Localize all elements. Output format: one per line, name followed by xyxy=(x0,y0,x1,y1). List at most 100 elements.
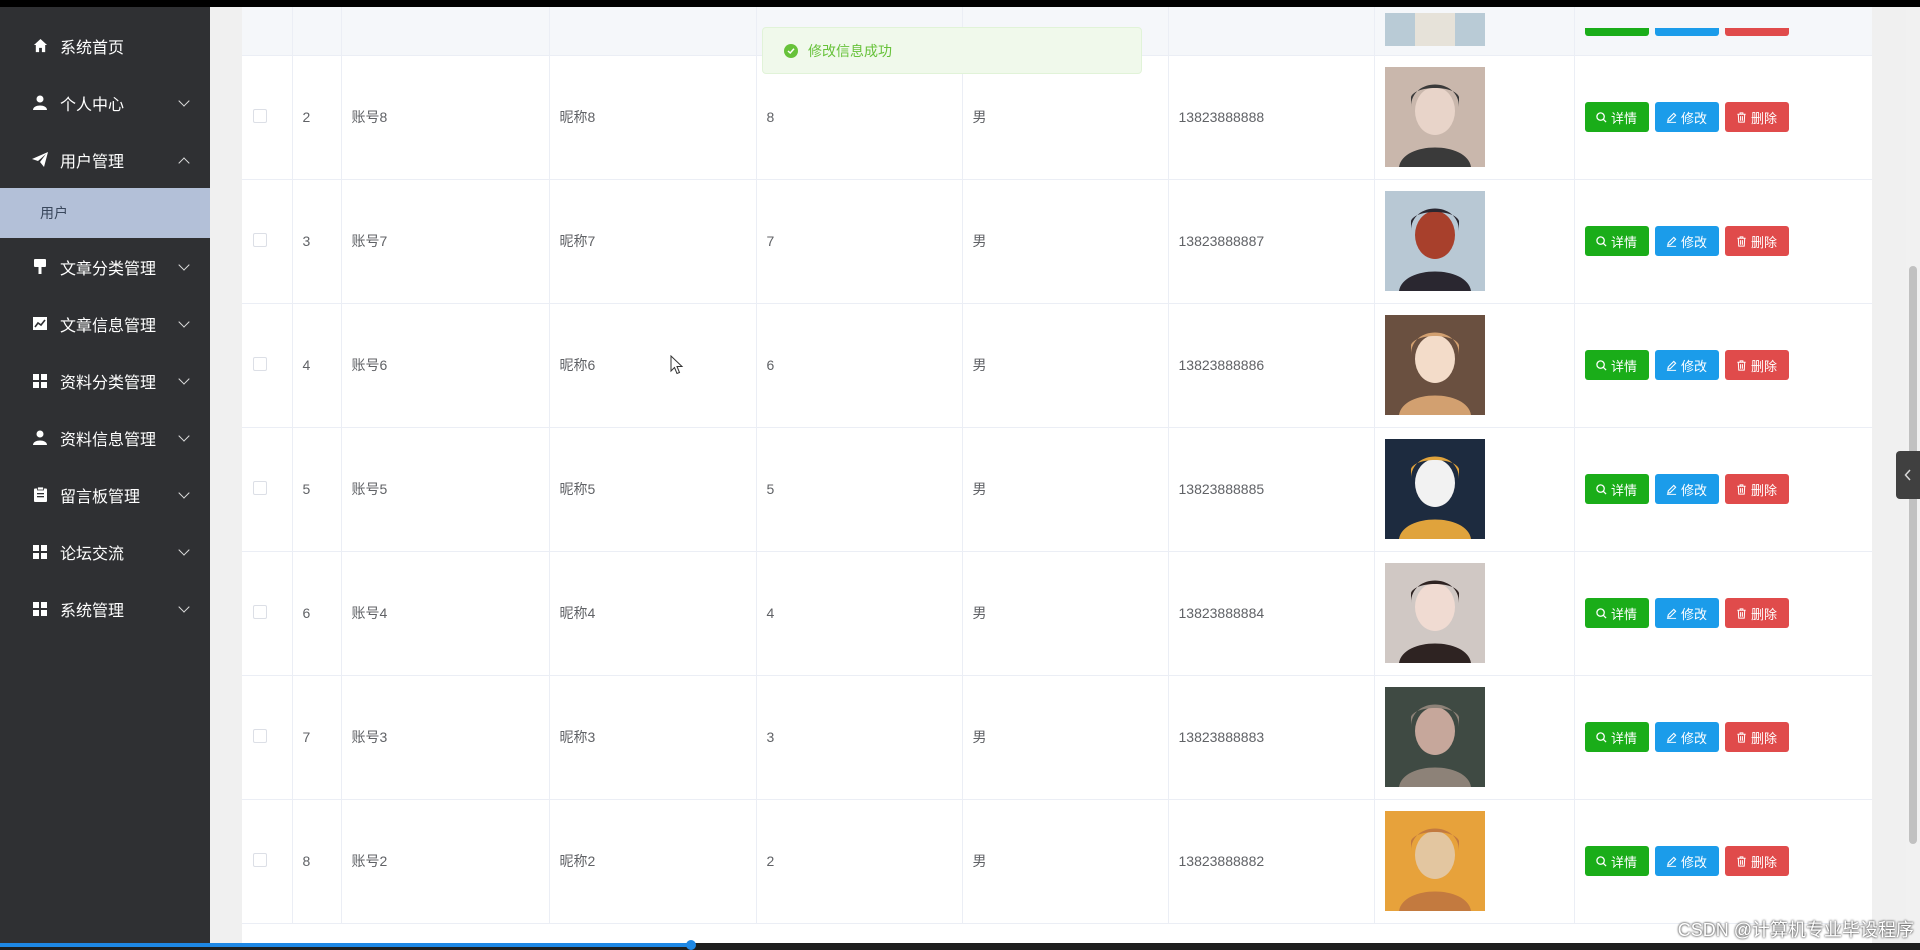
table-row: 3 账号7 昵称7 7 男 13823888887 详情 修改 删除 xyxy=(242,179,1872,304)
cell-index: 8 xyxy=(292,799,342,924)
trash-icon xyxy=(1737,235,1746,247)
chevron-down-icon xyxy=(178,543,190,556)
cell-age: 6 xyxy=(756,303,963,428)
edit-button[interactable] xyxy=(1654,27,1719,36)
chevron-down-icon xyxy=(178,315,190,328)
search-icon xyxy=(1596,607,1607,619)
delete-button[interactable]: 删除 xyxy=(1724,722,1789,752)
cell-nickname: 昵称3 xyxy=(549,675,757,800)
edit-button[interactable]: 修改 xyxy=(1654,846,1719,876)
delete-button[interactable]: 删除 xyxy=(1724,598,1789,628)
bottom-progress-bar xyxy=(0,940,1920,950)
cell-photo xyxy=(1374,551,1575,676)
chart-icon xyxy=(32,316,48,332)
cell-phone xyxy=(1168,7,1375,56)
cell-actions: 详情 修改 删除 xyxy=(1574,675,1872,800)
search-icon xyxy=(1596,359,1607,371)
delete-button[interactable]: 删除 xyxy=(1724,474,1789,504)
scrollbar-thumb[interactable] xyxy=(1909,266,1917,844)
sidebar-item-message-board[interactable]: 留言板管理 xyxy=(0,466,210,523)
detail-button-label: 详情 xyxy=(1610,234,1637,250)
sidebar-item-user-management[interactable]: 用户管理 xyxy=(0,131,210,188)
detail-button-label: 详情 xyxy=(1610,482,1637,498)
edit-button-label: 修改 xyxy=(1680,606,1707,622)
cell-phone: 13823888882 xyxy=(1168,799,1375,924)
edit-button[interactable]: 修改 xyxy=(1654,598,1719,628)
delete-button-label: 删除 xyxy=(1750,606,1777,622)
edit-button-label: 修改 xyxy=(1680,234,1707,250)
chevron-down-icon xyxy=(178,486,190,499)
cell-actions: 详情 修改 删除 xyxy=(1574,179,1872,304)
detail-button[interactable]: 详情 xyxy=(1584,474,1649,504)
delete-button-label: 删除 xyxy=(1750,482,1777,498)
detail-button[interactable]: 详情 xyxy=(1584,722,1649,752)
detail-button-label: 详情 xyxy=(1610,730,1637,746)
detail-button[interactable] xyxy=(1584,27,1649,36)
sidebar-item-article-category[interactable]: 文章分类管理 xyxy=(0,238,210,295)
table-body: 2 账号8 昵称8 8 男 13823888888 详情 修改 删除 3 账号7 昵称7 7 男 13823… xyxy=(242,7,1872,924)
trash-icon xyxy=(1737,607,1746,619)
edit-button-label: 修改 xyxy=(1680,854,1707,870)
pencil-icon xyxy=(1666,732,1677,743)
delete-button[interactable] xyxy=(1724,27,1789,36)
search-icon xyxy=(1596,855,1607,867)
chevron-down-icon xyxy=(178,94,190,107)
cell-select xyxy=(242,303,293,428)
delete-button[interactable]: 删除 xyxy=(1724,226,1789,256)
cell-actions: 详情 修改 删除 xyxy=(1574,551,1872,676)
detail-button[interactable]: 详情 xyxy=(1584,350,1649,380)
delete-button[interactable]: 删除 xyxy=(1724,102,1789,132)
edit-button[interactable]: 修改 xyxy=(1654,722,1719,752)
cell-gender: 男 xyxy=(962,179,1169,304)
sidebar-item-resource-category[interactable]: 资料分类管理 xyxy=(0,352,210,409)
cell-account: 账号3 xyxy=(341,675,550,800)
edit-button[interactable]: 修改 xyxy=(1654,474,1719,504)
brush-icon xyxy=(32,259,48,275)
detail-button[interactable]: 详情 xyxy=(1584,846,1649,876)
sidebar-item-label: 用户管理 xyxy=(60,153,125,171)
cell-nickname: 昵称8 xyxy=(549,55,757,180)
edit-button[interactable]: 修改 xyxy=(1654,226,1719,256)
detail-button[interactable]: 详情 xyxy=(1584,598,1649,628)
cell-account: 账号5 xyxy=(341,427,550,552)
sidebar-subitem-users[interactable]: 用户 xyxy=(0,188,210,238)
sidebar-item-forum[interactable]: 论坛交流 xyxy=(0,523,210,580)
delete-button-label: 删除 xyxy=(1750,730,1777,746)
row-checkbox[interactable] xyxy=(253,852,267,867)
edit-button[interactable]: 修改 xyxy=(1654,350,1719,380)
cell-gender: 男 xyxy=(962,551,1169,676)
mouse-cursor-icon xyxy=(670,355,684,375)
detail-button[interactable]: 详情 xyxy=(1584,226,1649,256)
sidebar-item-label: 文章信息管理 xyxy=(60,317,157,335)
progress-knob[interactable] xyxy=(686,940,696,950)
cell-nickname: 昵称7 xyxy=(549,179,757,304)
sidebar-item-label: 资料信息管理 xyxy=(60,431,157,449)
row-checkbox[interactable] xyxy=(253,356,267,371)
delete-button[interactable]: 删除 xyxy=(1724,846,1789,876)
edit-button[interactable]: 修改 xyxy=(1654,102,1719,132)
row-checkbox[interactable] xyxy=(253,604,267,619)
cell-select xyxy=(242,55,293,180)
delete-button-label: 删除 xyxy=(1750,854,1777,870)
row-checkbox[interactable] xyxy=(253,108,267,123)
chevron-down-icon xyxy=(178,258,190,271)
sidebar-item-article-info[interactable]: 文章信息管理 xyxy=(0,295,210,352)
row-checkbox[interactable] xyxy=(253,728,267,743)
row-checkbox[interactable] xyxy=(253,232,267,247)
pencil-icon xyxy=(1666,236,1677,247)
user-icon xyxy=(32,430,48,446)
delete-button-label: 删除 xyxy=(1750,110,1777,126)
sidebar-item-label: 论坛交流 xyxy=(60,545,125,563)
sidebar-item-resource-info[interactable]: 资料信息管理 xyxy=(0,409,210,466)
row-checkbox[interactable] xyxy=(253,480,267,495)
sidebar-item-system-management[interactable]: 系统管理 xyxy=(0,580,210,637)
delete-button[interactable]: 删除 xyxy=(1724,350,1789,380)
sidebar-subitem-label: 用户 xyxy=(40,205,68,221)
detail-button[interactable]: 详情 xyxy=(1584,102,1649,132)
cell-actions: 详情 修改 删除 xyxy=(1574,303,1872,428)
side-panel-toggle[interactable] xyxy=(1896,451,1920,499)
sidebar-item-personal-center[interactable]: 个人中心 xyxy=(0,74,210,131)
sidebar-item-home[interactable]: 系统首页 xyxy=(0,17,210,74)
user-photo xyxy=(1384,315,1485,415)
trash-icon xyxy=(1737,731,1746,743)
